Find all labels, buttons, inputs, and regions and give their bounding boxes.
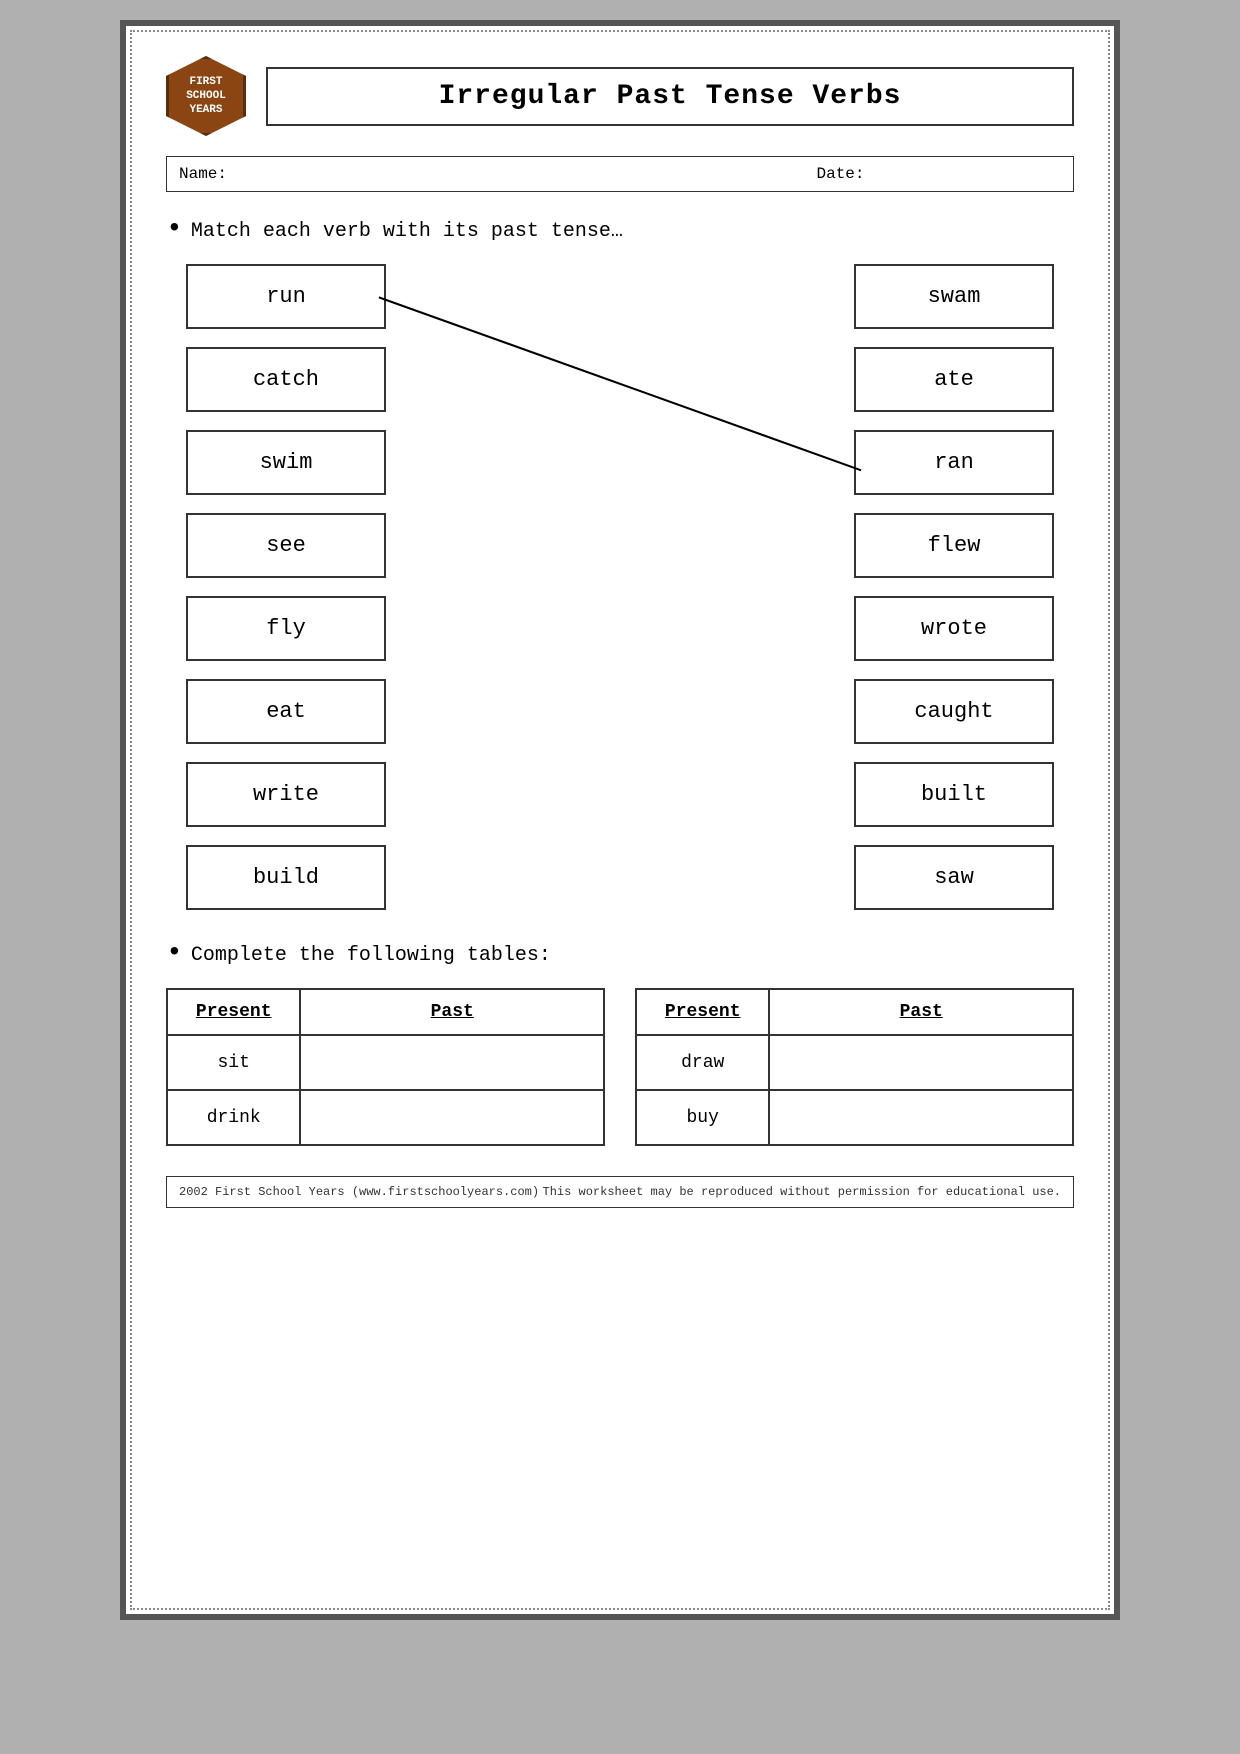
table-row: buy: [636, 1090, 1073, 1145]
verb-box-flew: flew: [854, 513, 1054, 578]
instruction-2: • Complete the following tables:: [166, 940, 1074, 968]
table1-row2-past[interactable]: [300, 1090, 604, 1145]
verb-box-ate: ate: [854, 347, 1054, 412]
footer: 2002 First School Years (www.firstschool…: [166, 1176, 1074, 1208]
table-2: Present Past draw buy: [635, 988, 1074, 1146]
logo: FIRST SCHOOL YEARS: [166, 56, 246, 136]
table1-row1-present: sit: [167, 1035, 300, 1090]
verb-box-see: see: [186, 513, 386, 578]
matching-section: run catch swim see fly eat write build s…: [186, 264, 1054, 910]
bullet-2: •: [166, 940, 183, 968]
instruction-1-text: Match each verb with its past tense…: [191, 220, 623, 243]
title-box: Irregular Past Tense Verbs: [266, 67, 1074, 126]
table2-header-past: Past: [769, 989, 1073, 1035]
table2-row2-past[interactable]: [769, 1090, 1073, 1145]
left-column: run catch swim see fly eat write build: [186, 264, 386, 910]
bullet-1: •: [166, 216, 183, 244]
verb-box-wrote: wrote: [854, 596, 1054, 661]
worksheet-page: FIRST SCHOOL YEARS Irregular Past Tense …: [120, 20, 1120, 1620]
verb-box-catch: catch: [186, 347, 386, 412]
instruction-1: • Match each verb with its past tense…: [166, 216, 1074, 244]
table2-row1-past[interactable]: [769, 1035, 1073, 1090]
tables-section: Present Past sit drink: [166, 988, 1074, 1146]
table1-row2-present: drink: [167, 1090, 300, 1145]
verb-box-build: build: [186, 845, 386, 910]
table2-header-present: Present: [636, 989, 769, 1035]
name-label: Name:: [179, 165, 620, 183]
table1-row1-past[interactable]: [300, 1035, 604, 1090]
table-row: sit: [167, 1035, 604, 1090]
verb-box-ran: ran: [854, 430, 1054, 495]
tables-container: Present Past sit drink: [166, 988, 1074, 1146]
table-row: drink: [167, 1090, 604, 1145]
footer-left: 2002 First School Years (www.firstschool…: [179, 1185, 539, 1199]
table2-row2-present: buy: [636, 1090, 769, 1145]
table-row: draw: [636, 1035, 1073, 1090]
verb-box-swim: swim: [186, 430, 386, 495]
footer-right: This worksheet may be reproduced without…: [543, 1185, 1061, 1199]
logo-text: FIRST SCHOOL YEARS: [186, 75, 226, 118]
header: FIRST SCHOOL YEARS Irregular Past Tense …: [166, 56, 1074, 136]
right-column: swam ate ran flew wrote caught built saw: [854, 264, 1054, 910]
verb-box-caught: caught: [854, 679, 1054, 744]
instruction-2-text: Complete the following tables:: [191, 944, 551, 967]
verb-box-write: write: [186, 762, 386, 827]
verb-box-swam: swam: [854, 264, 1054, 329]
verb-box-eat: eat: [186, 679, 386, 744]
verb-box-fly: fly: [186, 596, 386, 661]
verb-box-run: run: [186, 264, 386, 329]
table1-header-present: Present: [167, 989, 300, 1035]
table1-header-past: Past: [300, 989, 604, 1035]
verb-box-saw: saw: [854, 845, 1054, 910]
name-date-row: Name: Date:: [166, 156, 1074, 192]
date-label: Date:: [620, 165, 1061, 183]
page-title: Irregular Past Tense Verbs: [280, 81, 1060, 112]
table-1: Present Past sit drink: [166, 988, 605, 1146]
verb-box-built: built: [854, 762, 1054, 827]
table2-row1-present: draw: [636, 1035, 769, 1090]
